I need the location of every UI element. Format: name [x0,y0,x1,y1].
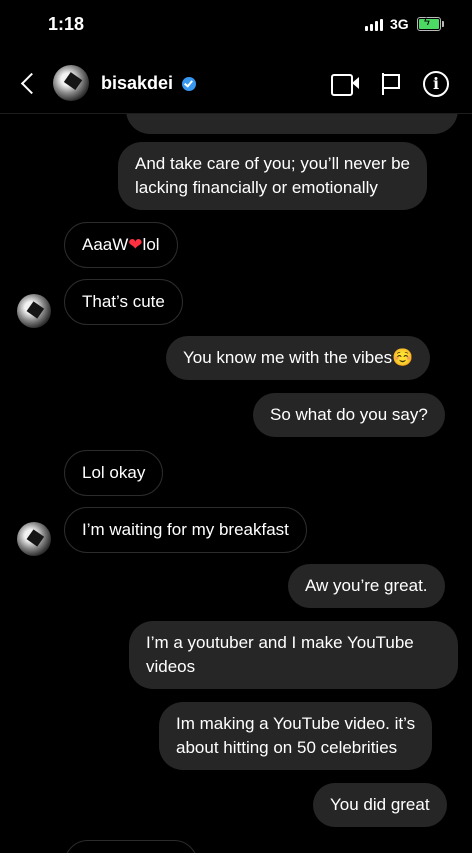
message-text: That’s cute [82,292,165,311]
message-text: And take care of you; you’ll never be [135,154,410,173]
back-button[interactable] [14,66,44,100]
avatar[interactable] [53,65,89,101]
video-camera-icon[interactable] [331,74,359,96]
message-bubble[interactable]: I’m waiting for my breakfast [64,507,307,553]
message-bubble[interactable]: That’s cute [64,279,183,325]
network-type: 3G [390,16,409,32]
avatar[interactable] [17,522,51,556]
message-thread[interactable]: And take care of you; you’ll never be la… [0,114,472,853]
message-text: lacking financially or emotionally [135,178,378,197]
contact-username[interactable]: bisakdei [101,73,173,94]
chat-header: bisakdei i [0,52,472,114]
message-bubble-partial[interactable] [64,840,198,853]
status-bar: 1:18 3G [0,0,472,52]
message-bubble[interactable]: You did great [313,783,447,827]
avatar[interactable] [17,294,51,328]
message-bubble[interactable]: AaaW❤lol [64,222,178,268]
message-text: You know me with the vibes☺️ [183,348,414,367]
message-text: Lol okay [82,463,146,482]
message-text: about hitting on 50 celebrities [176,738,398,757]
message-bubble[interactable]: So what do you say? [253,393,445,437]
signal-icon [365,19,385,31]
status-time: 1:18 [48,14,85,34]
message-text: You did great [330,795,430,814]
battery-tip [442,21,444,27]
message-text: lol [142,235,160,254]
message-text: Aw you’re great. [305,576,428,595]
message-text: Im making a YouTube video. it’s [176,714,416,733]
message-text: I’m a youtuber and I make YouTube [146,633,414,652]
message-text: AaaW [82,235,129,254]
red-heart-emoji: ❤ [128,235,143,254]
message-text: videos [146,657,196,676]
flag-icon[interactable] [380,73,402,97]
message-bubble[interactable]: Aw you’re great. [288,564,445,608]
message-bubble[interactable]: Im making a YouTube video. it’s about hi… [159,702,433,770]
message-bubble[interactable]: You know me with the vibes☺️ [166,336,431,380]
info-icon[interactable]: i [423,71,449,97]
message-text: I’m waiting for my breakfast [82,520,289,539]
verified-badge-icon [182,77,196,91]
message-bubble-partial[interactable] [126,114,458,134]
message-bubble[interactable]: I’m a youtuber and I make YouTube videos [129,621,458,689]
message-text: So what do you say? [270,405,428,424]
message-bubble[interactable]: Lol okay [64,450,164,496]
message-bubble[interactable]: And take care of you; you’ll never be la… [118,142,427,210]
battery-charging-icon [417,16,441,31]
